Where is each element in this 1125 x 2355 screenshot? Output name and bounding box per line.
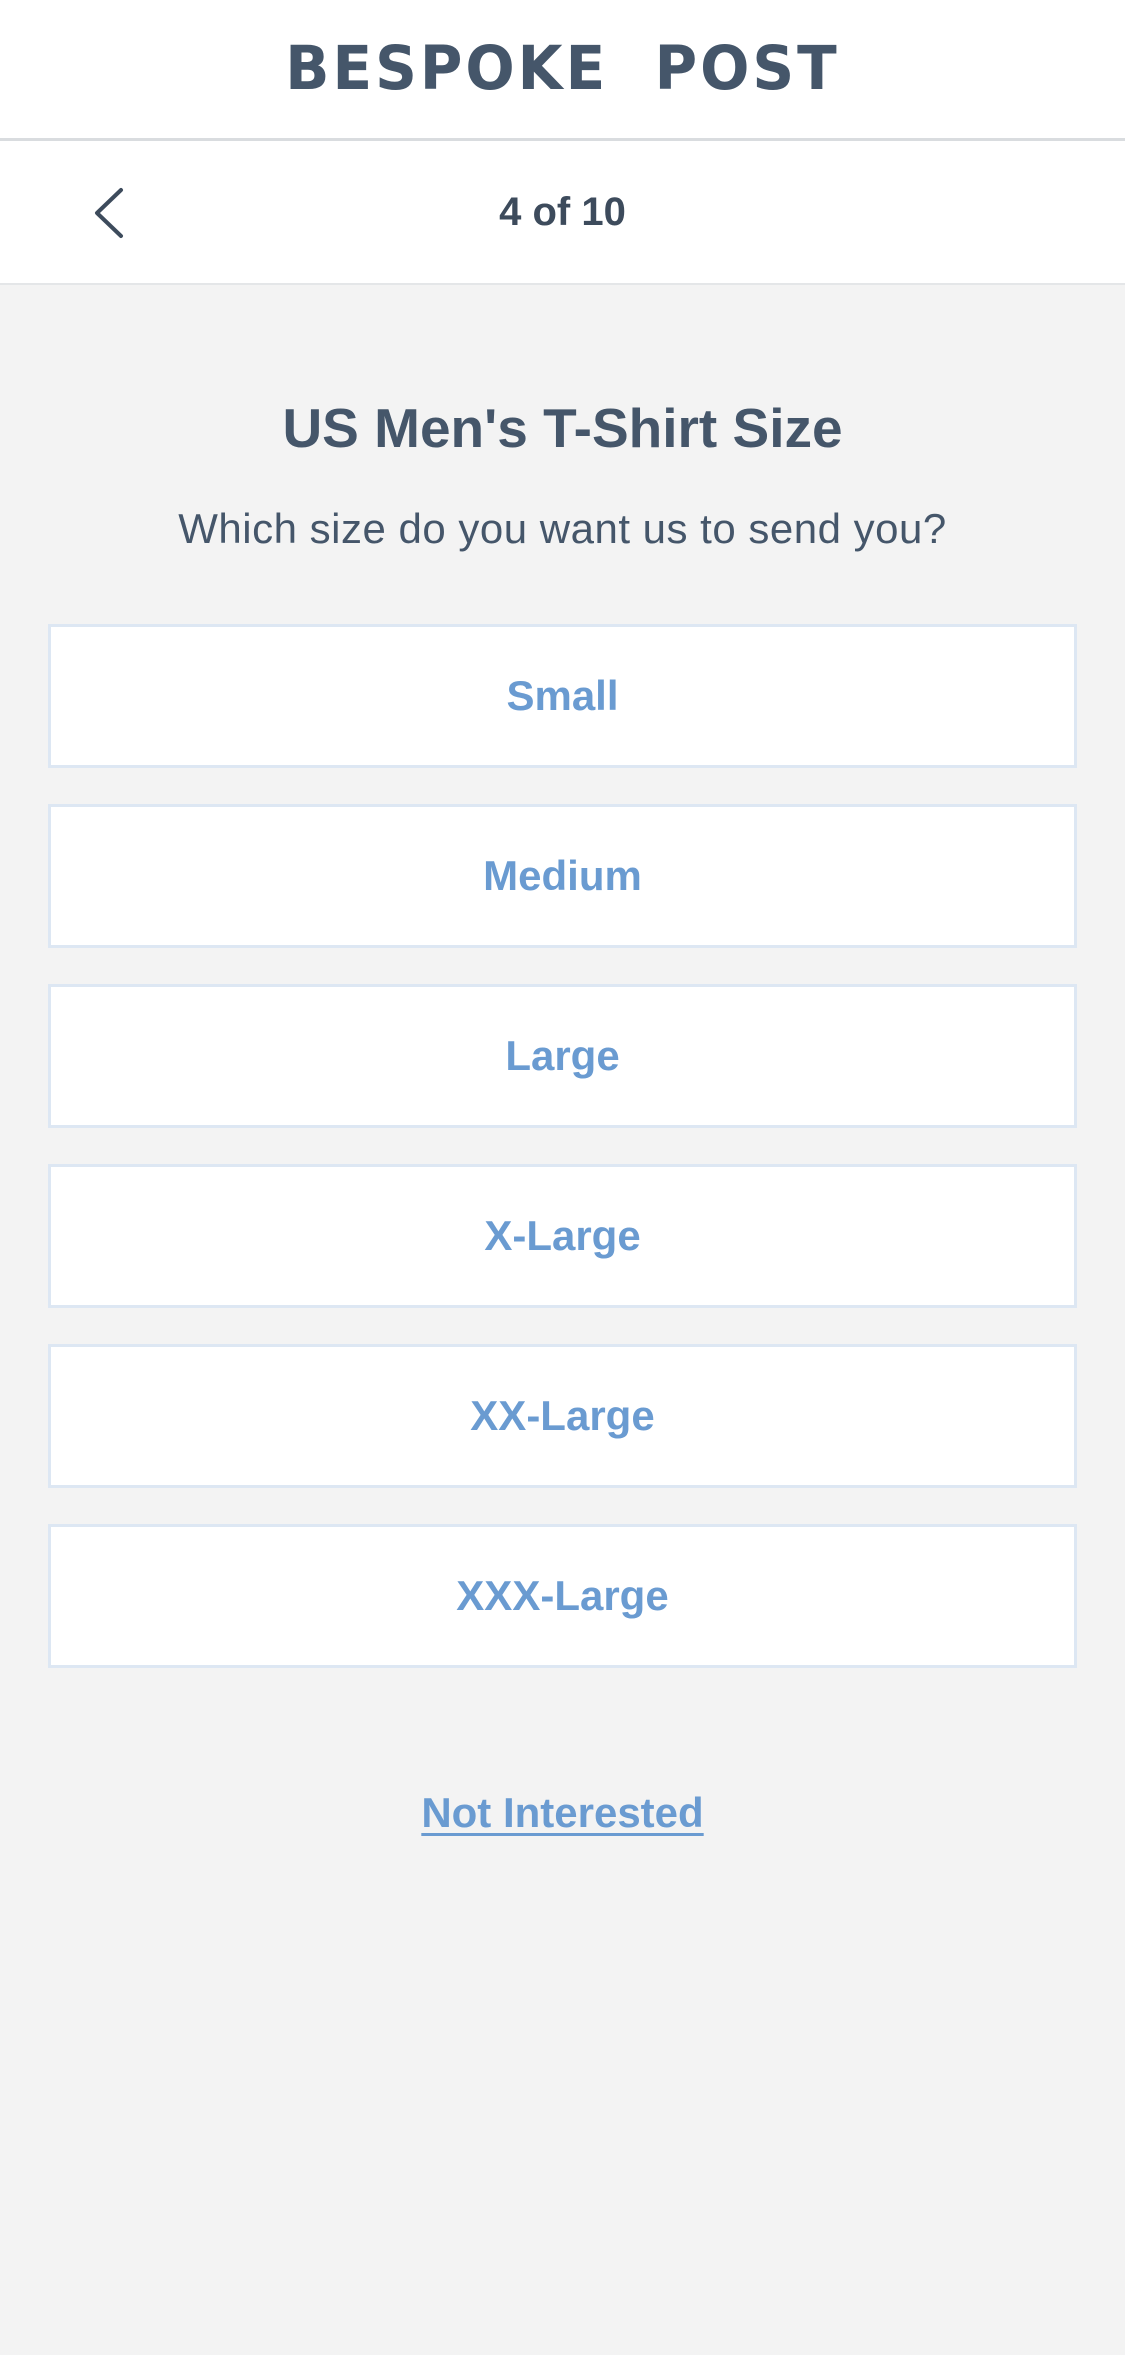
question-title: US Men's T-Shirt Size [282, 397, 843, 459]
size-option-x-large[interactable]: X-Large [48, 1164, 1077, 1308]
step-bar: 4 of 10 [0, 141, 1125, 285]
brand-logo[interactable]: BESPOKE POST [285, 32, 840, 103]
size-option-xxx-large[interactable]: XXX-Large [48, 1524, 1077, 1668]
size-options: Small Medium Large X-Large XX-Large XXX-… [48, 624, 1077, 1704]
not-interested-link[interactable]: Not Interested [421, 1789, 703, 1836]
step-counter: 4 of 10 [499, 189, 626, 234]
top-bar: BESPOKE POST [0, 0, 1125, 141]
size-option-large[interactable]: Large [48, 984, 1077, 1128]
question-subtitle: Which size do you want us to send you? [178, 505, 947, 552]
size-option-xx-large[interactable]: XX-Large [48, 1344, 1077, 1488]
not-interested-container: Not Interested [0, 1789, 1125, 1837]
size-option-small[interactable]: Small [48, 624, 1077, 768]
size-option-medium[interactable]: Medium [48, 804, 1077, 948]
